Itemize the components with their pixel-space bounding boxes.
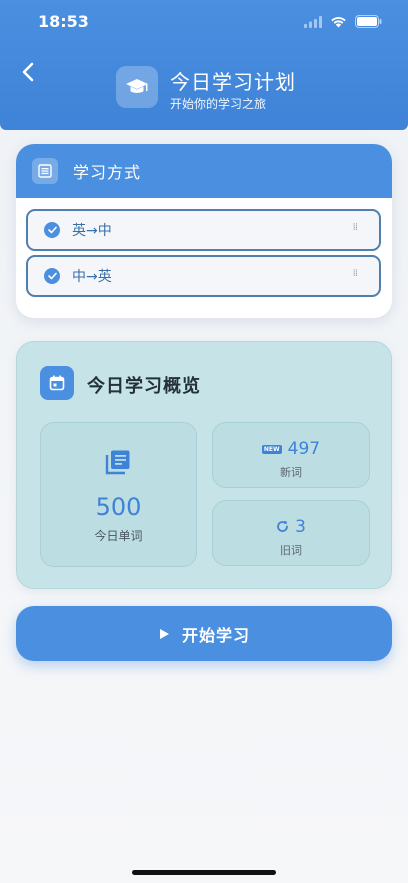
status-time: 18:53 [38,12,89,31]
signal-icon [304,13,322,32]
old-words-stat: 3 旧词 [212,500,370,566]
check-icon [44,222,60,238]
total-words-label: 今日单词 [94,529,143,543]
header: 18:53 今日学习计划 开始你的学习之旅 [0,0,408,130]
home-indicator[interactable] [132,870,276,875]
drag-handle-icon[interactable]: ⁞⁞ [353,223,358,233]
method-option-zh-en[interactable]: 中→英 ⁞⁞ [26,255,381,297]
back-button[interactable] [14,58,42,86]
total-words-stat: 500 今日单词 [40,422,197,567]
new-words-value: 497 [287,439,321,459]
library-books-icon [105,449,131,479]
new-words-stat: NEW 497 新词 [212,422,370,488]
check-icon [44,268,60,284]
method-option-label: 英→中 [72,223,112,239]
graduation-cap-icon [116,66,158,108]
study-method-title: 学习方式 [73,163,142,182]
study-method-card: 学习方式 英→中 ⁞⁞ 中→英 ⁞⁞ [16,144,392,318]
refresh-icon [276,518,289,537]
start-study-label: 开始学习 [181,625,250,645]
overview-title: 今日学习概览 [87,376,201,397]
new-badge-icon: NEW [261,444,282,454]
chevron-left-icon [22,62,34,82]
page-title: 今日学习计划 [170,70,296,94]
total-words-value: 500 [95,493,142,521]
study-method-header: 学习方式 [16,144,392,198]
old-words-value: 3 [295,517,306,537]
calendar-icon [40,366,74,400]
status-icons [304,13,382,32]
list-icon [32,158,58,184]
new-words-label: 新词 [280,466,302,479]
page-subtitle: 开始你的学习之旅 [170,97,267,111]
wifi-icon [330,13,347,32]
method-option-label: 中→英 [72,269,112,285]
battery-icon [355,13,382,32]
play-icon [159,628,169,639]
old-words-label: 旧词 [280,544,302,557]
start-study-button[interactable]: 开始学习 [16,606,392,661]
drag-handle-icon[interactable]: ⁞⁞ [353,269,358,279]
overview-card: 今日学习概览 500 今日单词 NEW 497 新词 3 旧词 [16,341,392,589]
method-option-en-zh[interactable]: 英→中 ⁞⁞ [26,209,381,251]
